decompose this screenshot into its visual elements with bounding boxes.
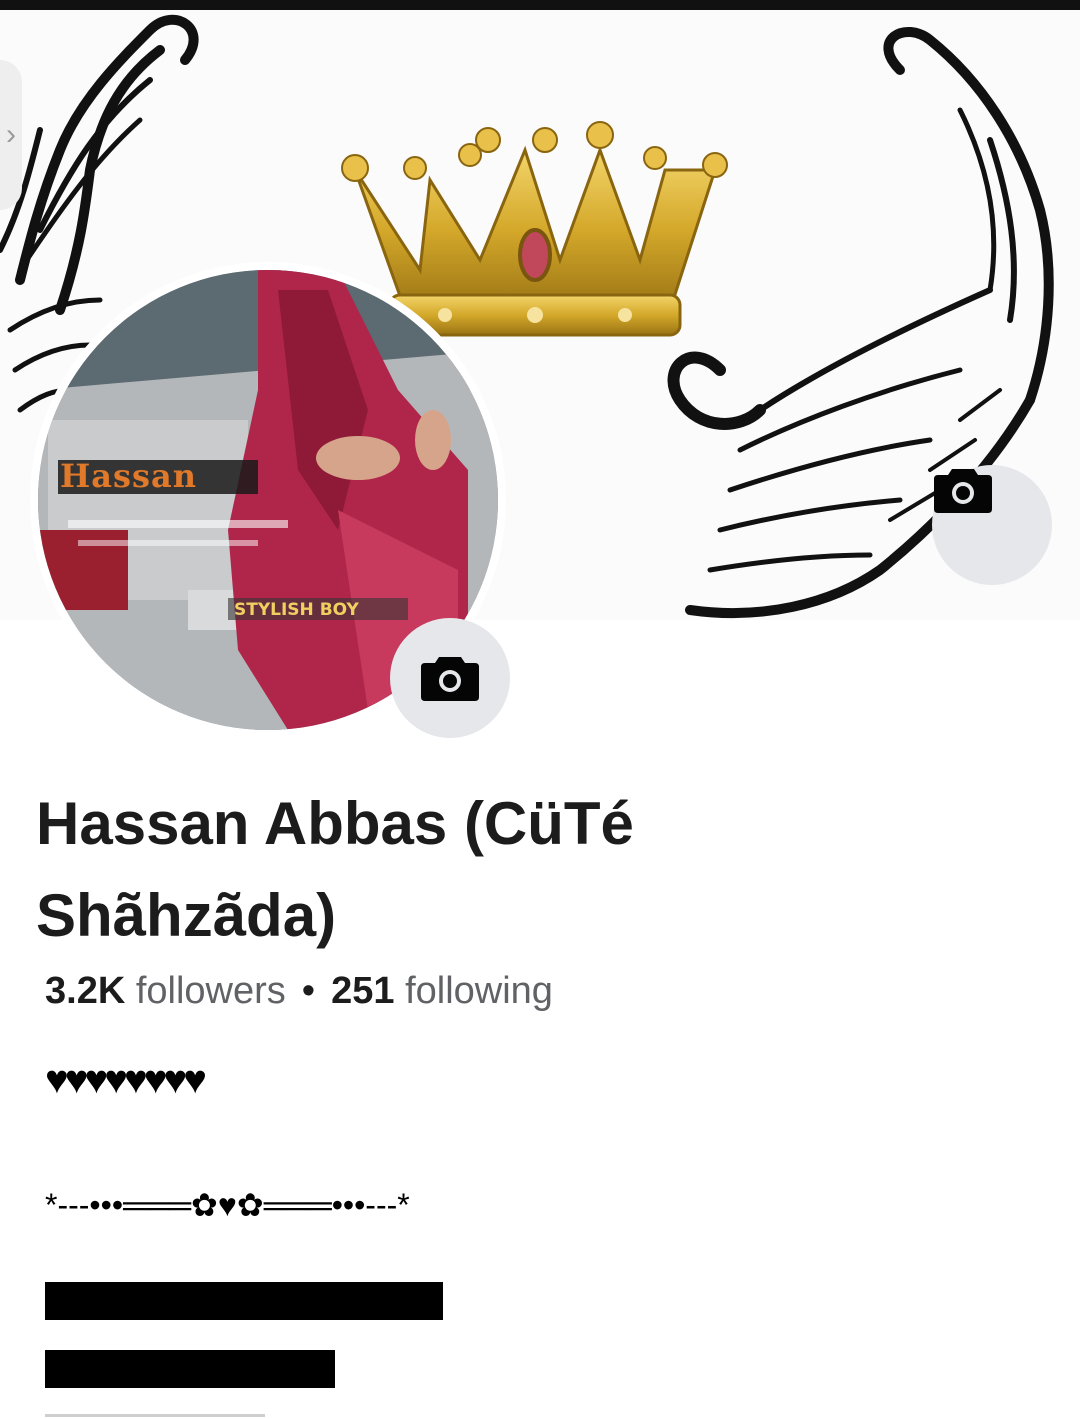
profile-name: Hassan Abbas (CüTé Shãhzãda) xyxy=(36,790,634,949)
camera-icon xyxy=(934,469,992,513)
following-label: following xyxy=(405,970,553,1012)
followers-count: 3.2K xyxy=(45,970,126,1012)
followers-label: followers xyxy=(135,970,286,1012)
avatar-overlay-tagline: STYLISH BOY xyxy=(234,600,359,620)
redacted-bar xyxy=(45,1350,335,1388)
followers-link[interactable]: 3.2K followers xyxy=(45,970,286,1012)
bio-divider: *---•••═══✿♥✿═══•••---* xyxy=(45,1187,410,1223)
top-border xyxy=(0,0,1080,10)
redacted-bar xyxy=(45,1282,443,1320)
stats-separator: • xyxy=(301,970,316,1012)
partial-divider xyxy=(45,1414,265,1417)
edit-profile-picture-button[interactable] xyxy=(390,618,510,738)
chevron-right-icon[interactable]: › xyxy=(0,60,22,210)
camera-icon xyxy=(421,657,479,701)
following-link[interactable]: 251 following xyxy=(331,970,553,1012)
following-count: 251 xyxy=(331,970,395,1012)
avatar-overlay-name: Hassan xyxy=(60,457,197,495)
bio-hearts: ♥♥♥♥♥♥♥♥ xyxy=(45,1058,207,1102)
edit-cover-photo-button[interactable] xyxy=(932,465,1052,585)
follow-stats: 3.2K followers • 251 following xyxy=(45,965,553,1017)
profile-page: › Hassan STYLISH BOY Hassan Abbas (CüTé … xyxy=(0,0,1080,1419)
